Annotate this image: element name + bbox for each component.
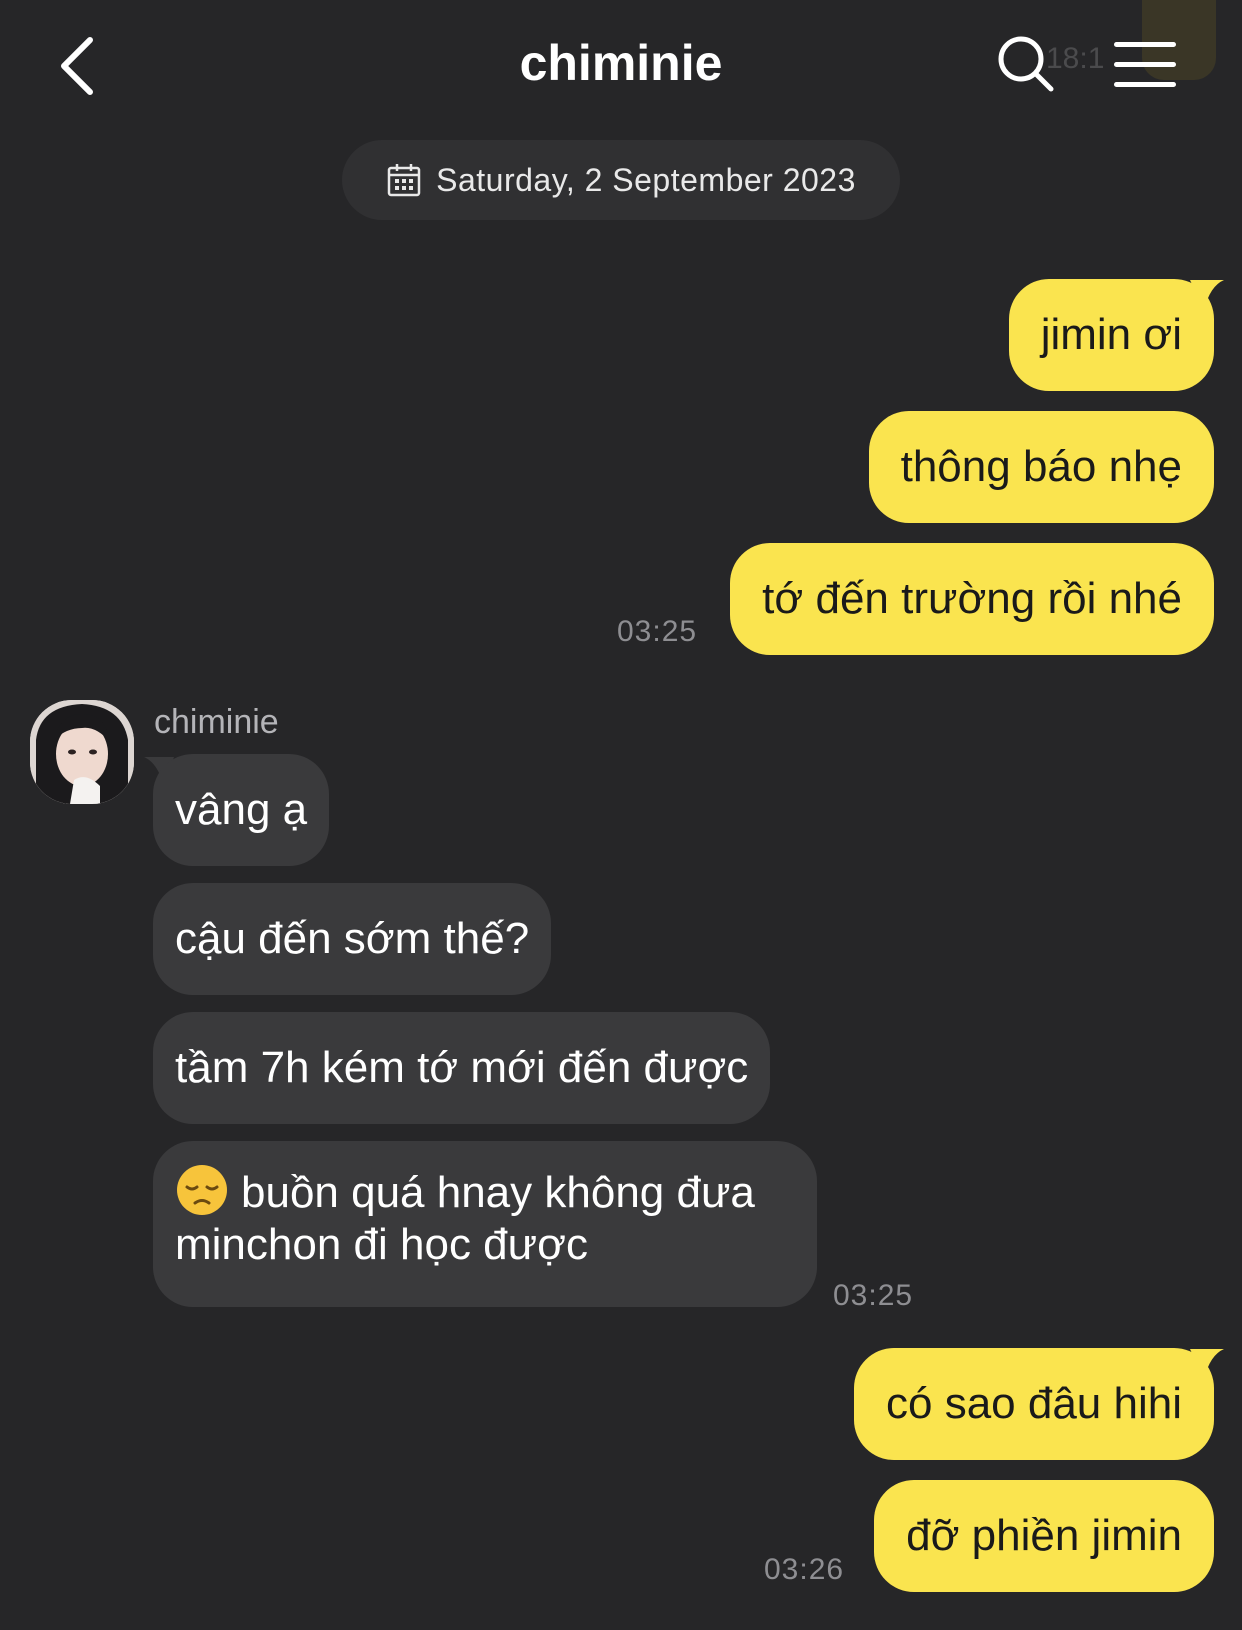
- outgoing-message[interactable]: thông báo nhẹ: [868, 411, 1214, 523]
- outgoing-message[interactable]: có sao đâu hihi: [854, 1348, 1214, 1460]
- avatar[interactable]: [30, 700, 134, 804]
- date-label: Saturday, 2 September 2023: [436, 161, 856, 198]
- pensive-face-icon: [177, 1165, 227, 1215]
- message-text: buồn quá hnay không đưa: [241, 1168, 755, 1217]
- sender-name: chiminie: [154, 703, 279, 741]
- message-text: jimin ơi: [1040, 310, 1182, 359]
- message-text: tớ đến trường rồi nhé: [762, 574, 1182, 623]
- date-divider: Saturday, 2 September 2023: [342, 140, 900, 220]
- message-text: vâng ạ: [175, 785, 308, 834]
- message-text: đỡ phiền jimin: [906, 1511, 1182, 1560]
- message-text: cậu đến sớm thế?: [175, 914, 530, 963]
- message-line-1: buồn quá hnay không đưa: [175, 1163, 795, 1219]
- outgoing-message[interactable]: đỡ phiền jimin: [874, 1480, 1214, 1592]
- message-text: thông báo nhẹ: [900, 442, 1182, 491]
- search-icon[interactable]: [996, 34, 1056, 94]
- incoming-message[interactable]: cậu đến sớm thế?: [153, 883, 552, 995]
- incoming-message[interactable]: tầm 7h kém tớ mới đến được: [153, 1012, 771, 1124]
- message-text: minchon đi học được: [175, 1220, 588, 1269]
- hamburger-menu-icon[interactable]: [1114, 40, 1176, 90]
- message-timestamp: 03:25: [833, 1279, 914, 1312]
- incoming-message[interactable]: buồn quá hnay không đưa minchon đi học đ…: [153, 1141, 817, 1307]
- message-timestamp: 03:26: [764, 1553, 845, 1586]
- outgoing-message[interactable]: jimin ơi: [1008, 279, 1214, 391]
- chat-header: 18:1 chiminie: [0, 0, 1242, 130]
- message-text: tầm 7h kém tớ mới đến được: [175, 1043, 749, 1092]
- message-text: có sao đâu hihi: [886, 1379, 1182, 1428]
- calendar-icon: [387, 164, 421, 197]
- message-timestamp: 03:25: [617, 615, 698, 648]
- outgoing-message[interactable]: tớ đến trường rồi nhé: [730, 543, 1214, 655]
- incoming-message[interactable]: vâng ạ: [153, 754, 330, 866]
- avatar-image: [30, 700, 134, 804]
